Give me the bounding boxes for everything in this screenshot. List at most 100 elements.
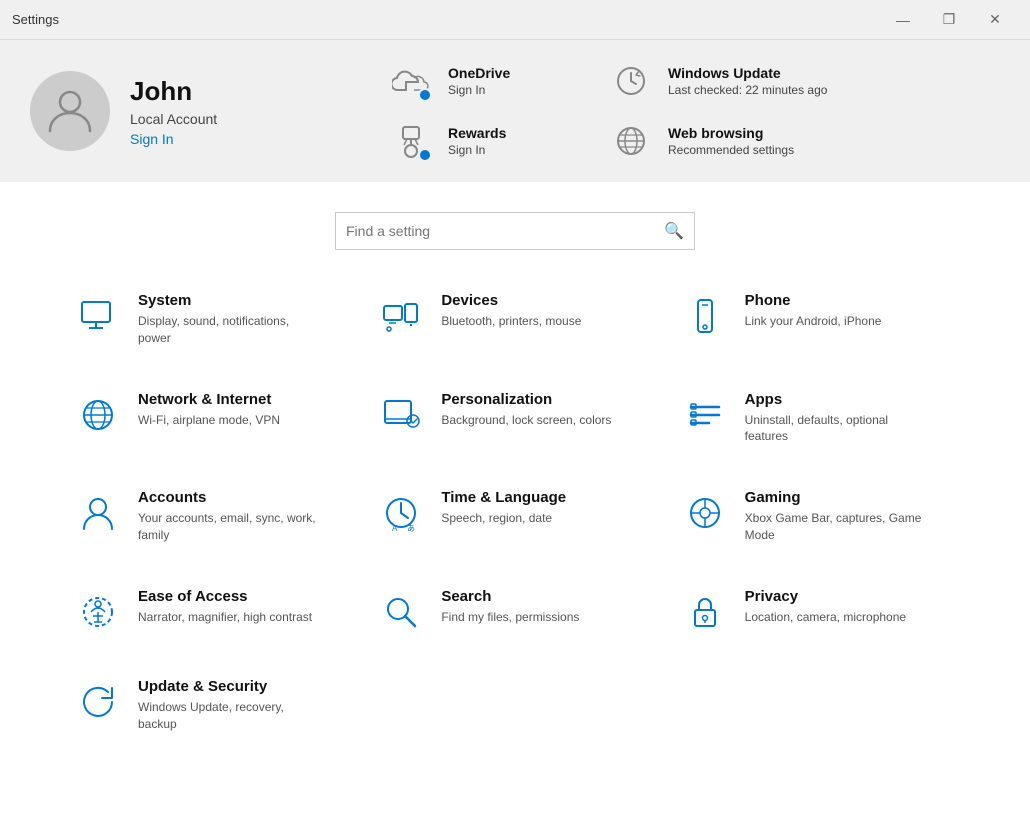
devices-text: Devices Bluetooth, printers, mouse bbox=[441, 292, 581, 330]
profile-name: John bbox=[130, 76, 217, 107]
settings-item-devices[interactable]: Devices Bluetooth, printers, mouse bbox=[363, 270, 666, 369]
system-icon bbox=[76, 294, 120, 338]
settings-item-search[interactable]: Search Find my files, permissions bbox=[363, 566, 666, 656]
onedrive-subtitle: Sign In bbox=[448, 83, 510, 97]
close-button[interactable]: ✕ bbox=[972, 4, 1018, 36]
accounts-icon bbox=[76, 491, 120, 535]
search-container: 🔍 bbox=[0, 182, 1030, 270]
rewards-badge bbox=[418, 148, 432, 162]
privacy-title: Privacy bbox=[745, 588, 906, 605]
gaming-title: Gaming bbox=[745, 489, 925, 506]
devices-icon bbox=[379, 294, 423, 338]
svg-text:A: A bbox=[392, 524, 398, 533]
ease-title: Ease of Access bbox=[138, 588, 312, 605]
web-browsing-subtitle: Recommended settings bbox=[668, 143, 794, 157]
onedrive-icon-wrap bbox=[390, 60, 432, 102]
search-settings-desc: Find my files, permissions bbox=[441, 609, 579, 626]
time-desc: Speech, region, date bbox=[441, 510, 566, 527]
accounts-desc: Your accounts, email, sync, work, family bbox=[138, 510, 318, 544]
phone-title: Phone bbox=[745, 292, 882, 309]
windows-update-title: Windows Update bbox=[668, 65, 827, 81]
avatar bbox=[30, 71, 110, 151]
privacy-text: Privacy Location, camera, microphone bbox=[745, 588, 906, 626]
web-browsing-icon-wrap bbox=[610, 120, 652, 162]
settings-item-privacy[interactable]: Privacy Location, camera, microphone bbox=[667, 566, 970, 656]
network-desc: Wi-Fi, airplane mode, VPN bbox=[138, 412, 280, 429]
time-text: Time & Language Speech, region, date bbox=[441, 489, 566, 527]
service-rewards[interactable]: Rewards Sign In bbox=[390, 120, 610, 162]
profile-info: John Local Account Sign In bbox=[130, 76, 217, 147]
phone-desc: Link your Android, iPhone bbox=[745, 313, 882, 330]
settings-item-phone[interactable]: Phone Link your Android, iPhone bbox=[667, 270, 970, 369]
privacy-icon bbox=[683, 590, 727, 634]
gaming-desc: Xbox Game Bar, captures, Game Mode bbox=[745, 510, 925, 544]
gaming-text: Gaming Xbox Game Bar, captures, Game Mod… bbox=[745, 489, 925, 544]
network-text: Network & Internet Wi-Fi, airplane mode,… bbox=[138, 391, 280, 429]
service-web-browsing[interactable]: Web browsing Recommended settings bbox=[610, 120, 830, 162]
settings-item-time[interactable]: A あ Time & Language Speech, region, date bbox=[363, 467, 666, 566]
services-column-left: OneDrive Sign In bbox=[390, 60, 610, 162]
personalization-text: Personalization Background, lock screen,… bbox=[441, 391, 611, 429]
app-title: Settings bbox=[12, 12, 59, 27]
ease-text: Ease of Access Narrator, magnifier, high… bbox=[138, 588, 312, 626]
profile-signin-link[interactable]: Sign In bbox=[130, 131, 217, 147]
settings-item-system[interactable]: System Display, sound, notifications, po… bbox=[60, 270, 363, 369]
search-settings-title: Search bbox=[441, 588, 579, 605]
profile-section: John Local Account Sign In bbox=[30, 71, 350, 151]
time-title: Time & Language bbox=[441, 489, 566, 506]
apps-text: Apps Uninstall, defaults, optional featu… bbox=[745, 391, 925, 446]
globe-icon bbox=[613, 123, 649, 159]
ease-desc: Narrator, magnifier, high contrast bbox=[138, 609, 312, 626]
apps-desc: Uninstall, defaults, optional features bbox=[745, 412, 925, 446]
accounts-text: Accounts Your accounts, email, sync, wor… bbox=[138, 489, 318, 544]
system-text: System Display, sound, notifications, po… bbox=[138, 292, 318, 347]
update-text: Update & Security Windows Update, recove… bbox=[138, 678, 318, 733]
settings-item-accounts[interactable]: Accounts Your accounts, email, sync, wor… bbox=[60, 467, 363, 566]
titlebar: Settings — ❐ ✕ bbox=[0, 0, 1030, 40]
maximize-button[interactable]: ❐ bbox=[926, 4, 972, 36]
ease-icon bbox=[76, 590, 120, 634]
personalization-desc: Background, lock screen, colors bbox=[441, 412, 611, 429]
settings-item-personalization[interactable]: Personalization Background, lock screen,… bbox=[363, 369, 666, 468]
settings-item-gaming[interactable]: Gaming Xbox Game Bar, captures, Game Mod… bbox=[667, 467, 970, 566]
network-icon bbox=[76, 393, 120, 437]
onedrive-title: OneDrive bbox=[448, 65, 510, 81]
search-settings-icon bbox=[379, 590, 423, 634]
service-windows-update[interactable]: Windows Update Last checked: 22 minutes … bbox=[610, 60, 830, 102]
apps-title: Apps bbox=[745, 391, 925, 408]
web-browsing-text: Web browsing Recommended settings bbox=[668, 125, 794, 157]
rewards-subtitle: Sign In bbox=[448, 143, 506, 157]
windows-update-text: Windows Update Last checked: 22 minutes … bbox=[668, 65, 827, 97]
settings-item-ease[interactable]: Ease of Access Narrator, magnifier, high… bbox=[60, 566, 363, 656]
settings-item-update[interactable]: Update & Security Windows Update, recove… bbox=[60, 656, 363, 755]
rewards-title: Rewards bbox=[448, 125, 506, 141]
network-title: Network & Internet bbox=[138, 391, 280, 408]
phone-icon bbox=[683, 294, 727, 338]
personalization-title: Personalization bbox=[441, 391, 611, 408]
web-browsing-title: Web browsing bbox=[668, 125, 794, 141]
search-input[interactable] bbox=[346, 223, 656, 239]
privacy-desc: Location, camera, microphone bbox=[745, 609, 906, 626]
time-icon: A あ bbox=[379, 491, 423, 535]
windows-update-icon-wrap bbox=[610, 60, 652, 102]
windows-update-icon bbox=[613, 63, 649, 99]
update-title: Update & Security bbox=[138, 678, 318, 695]
main-content: 🔍 System Display, sound, notifications, … bbox=[0, 182, 1030, 818]
profile-account-type: Local Account bbox=[130, 111, 217, 127]
apps-icon bbox=[683, 393, 727, 437]
settings-item-network[interactable]: Network & Internet Wi-Fi, airplane mode,… bbox=[60, 369, 363, 468]
services-area: OneDrive Sign In bbox=[350, 60, 1000, 162]
header-area: John Local Account Sign In OneDrive bbox=[0, 40, 1030, 182]
windows-update-subtitle: Last checked: 22 minutes ago bbox=[668, 83, 827, 97]
system-desc: Display, sound, notifications, power bbox=[138, 313, 318, 347]
user-avatar-icon bbox=[45, 84, 95, 139]
phone-text: Phone Link your Android, iPhone bbox=[745, 292, 882, 330]
services-column-right: Windows Update Last checked: 22 minutes … bbox=[610, 60, 830, 162]
search-box[interactable]: 🔍 bbox=[335, 212, 695, 250]
system-title: System bbox=[138, 292, 318, 309]
settings-item-apps[interactable]: Apps Uninstall, defaults, optional featu… bbox=[667, 369, 970, 468]
minimize-button[interactable]: — bbox=[880, 4, 926, 36]
onedrive-text: OneDrive Sign In bbox=[448, 65, 510, 97]
rewards-text: Rewards Sign In bbox=[448, 125, 506, 157]
service-onedrive[interactable]: OneDrive Sign In bbox=[390, 60, 610, 102]
